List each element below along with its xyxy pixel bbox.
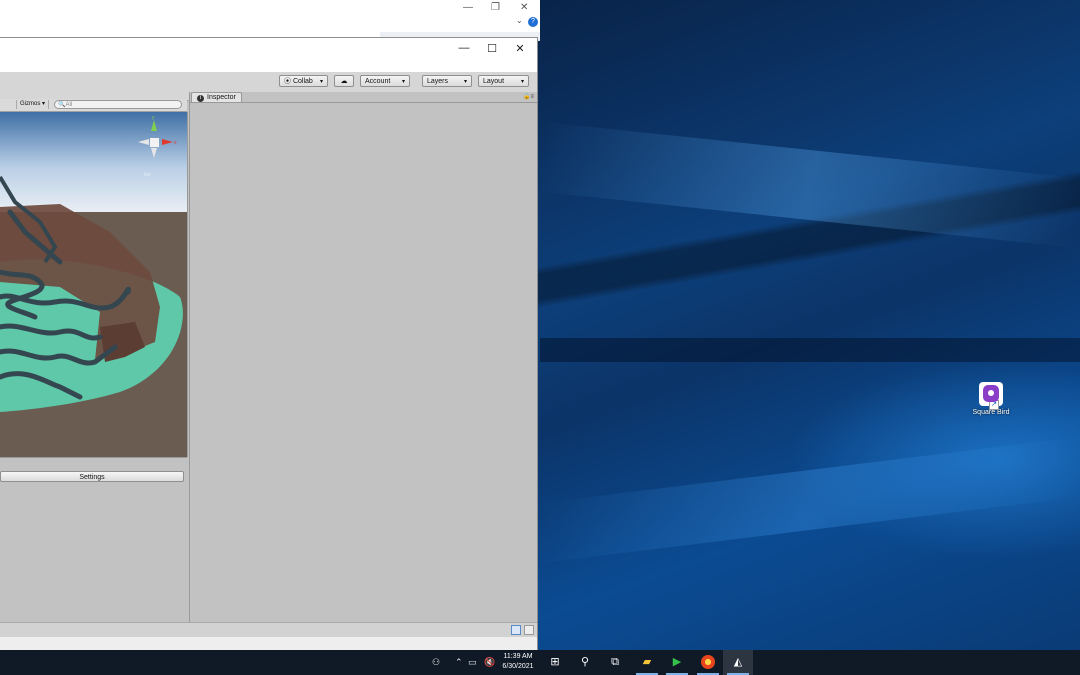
cloud-icon: ☁	[340, 78, 348, 85]
projection-label: Iso	[144, 172, 151, 178]
chevron-up-icon[interactable]: ⌃	[455, 650, 463, 675]
wallpaper-light-beam	[540, 436, 1080, 564]
scene-view-panel: Gizmos ▾ 🔍All y x Iso	[0, 99, 188, 457]
chevron-down-icon: ▾	[520, 79, 524, 85]
account-dropdown[interactable]: Account ▾	[360, 75, 410, 87]
taskbar: ⚇ ⌃ ▭ 🔇 11:39 AM 6/30/2021 ⊞ ⚲ ⧉ ▰ ▶ ◭	[0, 650, 1080, 675]
maximize-button[interactable]: ☐	[482, 42, 502, 55]
file-explorer-icon[interactable]: ▰	[632, 650, 662, 675]
info-icon: i	[197, 95, 204, 102]
unity-titlebar: — ☐ ✕	[0, 38, 537, 72]
inspector-panel: i Inspector 🔒≡	[189, 92, 537, 623]
scene-viewport[interactable]: y x Iso	[0, 112, 188, 457]
status-bar	[0, 622, 537, 638]
collab-label: Collab	[292, 78, 313, 85]
green-app-icon[interactable]: ▶	[662, 650, 692, 675]
restore-icon[interactable]: ❐	[491, 2, 500, 13]
clock-time: 11:39 AM	[503, 653, 533, 660]
collab-button[interactable]: ⦿ Collab ▾	[279, 75, 328, 87]
layout-label: Layout	[483, 78, 505, 85]
clock-date: 6/30/2021	[502, 663, 534, 670]
wallpaper-dark-band	[540, 338, 1080, 362]
help-icon[interactable]: ?	[528, 17, 538, 27]
shortcut-arrow-icon: ↗	[989, 400, 999, 410]
chevron-down-icon: ▾	[463, 79, 467, 85]
inspector-body	[190, 102, 537, 623]
minimize-icon[interactable]: —	[463, 2, 473, 13]
minimize-button[interactable]: —	[454, 42, 474, 54]
collab-icon: ⦿	[284, 78, 291, 85]
wallpaper-light-beam	[540, 121, 1080, 249]
scene-search-input[interactable]: 🔍All	[54, 100, 182, 109]
chevron-down-icon: ▾	[401, 79, 405, 85]
taskbar-clock[interactable]: 11:39 AM 6/30/2021	[499, 652, 537, 672]
layers-dropdown[interactable]: Layers ▾	[422, 75, 472, 87]
close-icon[interactable]: ✕	[520, 2, 528, 13]
desktop-shortcut-square-bird[interactable]: ↗ Square Bird	[966, 382, 1016, 416]
network-icon[interactable]: ▭	[468, 650, 477, 675]
layout-dropdown[interactable]: Layout ▾	[478, 75, 529, 87]
cloud-button[interactable]: ☁	[334, 75, 354, 87]
window-footer	[0, 637, 537, 650]
account-label: Account	[365, 78, 391, 85]
start-icon[interactable]: ⊞	[540, 650, 570, 675]
square-bird-app-icon: ↗	[979, 382, 1003, 410]
inspector-tab-label: Inspector	[207, 94, 236, 101]
browser-icon[interactable]	[693, 650, 723, 675]
grid-view-icon[interactable]	[524, 625, 534, 635]
people-icon[interactable]: ⚇	[432, 650, 440, 675]
search-icon[interactable]: ⚲	[570, 650, 600, 675]
layers-label: Layers	[427, 78, 449, 85]
chevron-down-icon[interactable]: ⌄	[516, 16, 523, 25]
desktop-icon-label: Square Bird	[972, 409, 1010, 416]
task-view-icon[interactable]: ⧉	[600, 650, 630, 675]
scene-view-toolbar: Gizmos ▾ 🔍All	[0, 99, 187, 112]
unity-icon[interactable]: ◭	[723, 650, 753, 675]
volume-muted-icon[interactable]: 🔇	[484, 650, 495, 675]
lock-icon[interactable]: 🔒≡	[523, 93, 534, 100]
gizmos-dropdown[interactable]: Gizmos ▾	[16, 100, 50, 109]
bottom-panel: Settings	[0, 457, 187, 623]
unity-editor-window: — ☐ ✕ ⦿ Collab ▾ ☁ Account ▾ Layers ▾ La…	[0, 37, 538, 650]
chevron-down-icon: ▾	[319, 79, 323, 85]
settings-button[interactable]: Settings	[0, 471, 184, 482]
background-window: — ❐ ✕ ⌄ ?	[0, 0, 540, 41]
list-view-icon[interactable]	[511, 625, 521, 635]
close-button[interactable]: ✕	[510, 42, 530, 55]
scene-render: y x Iso	[0, 112, 187, 457]
